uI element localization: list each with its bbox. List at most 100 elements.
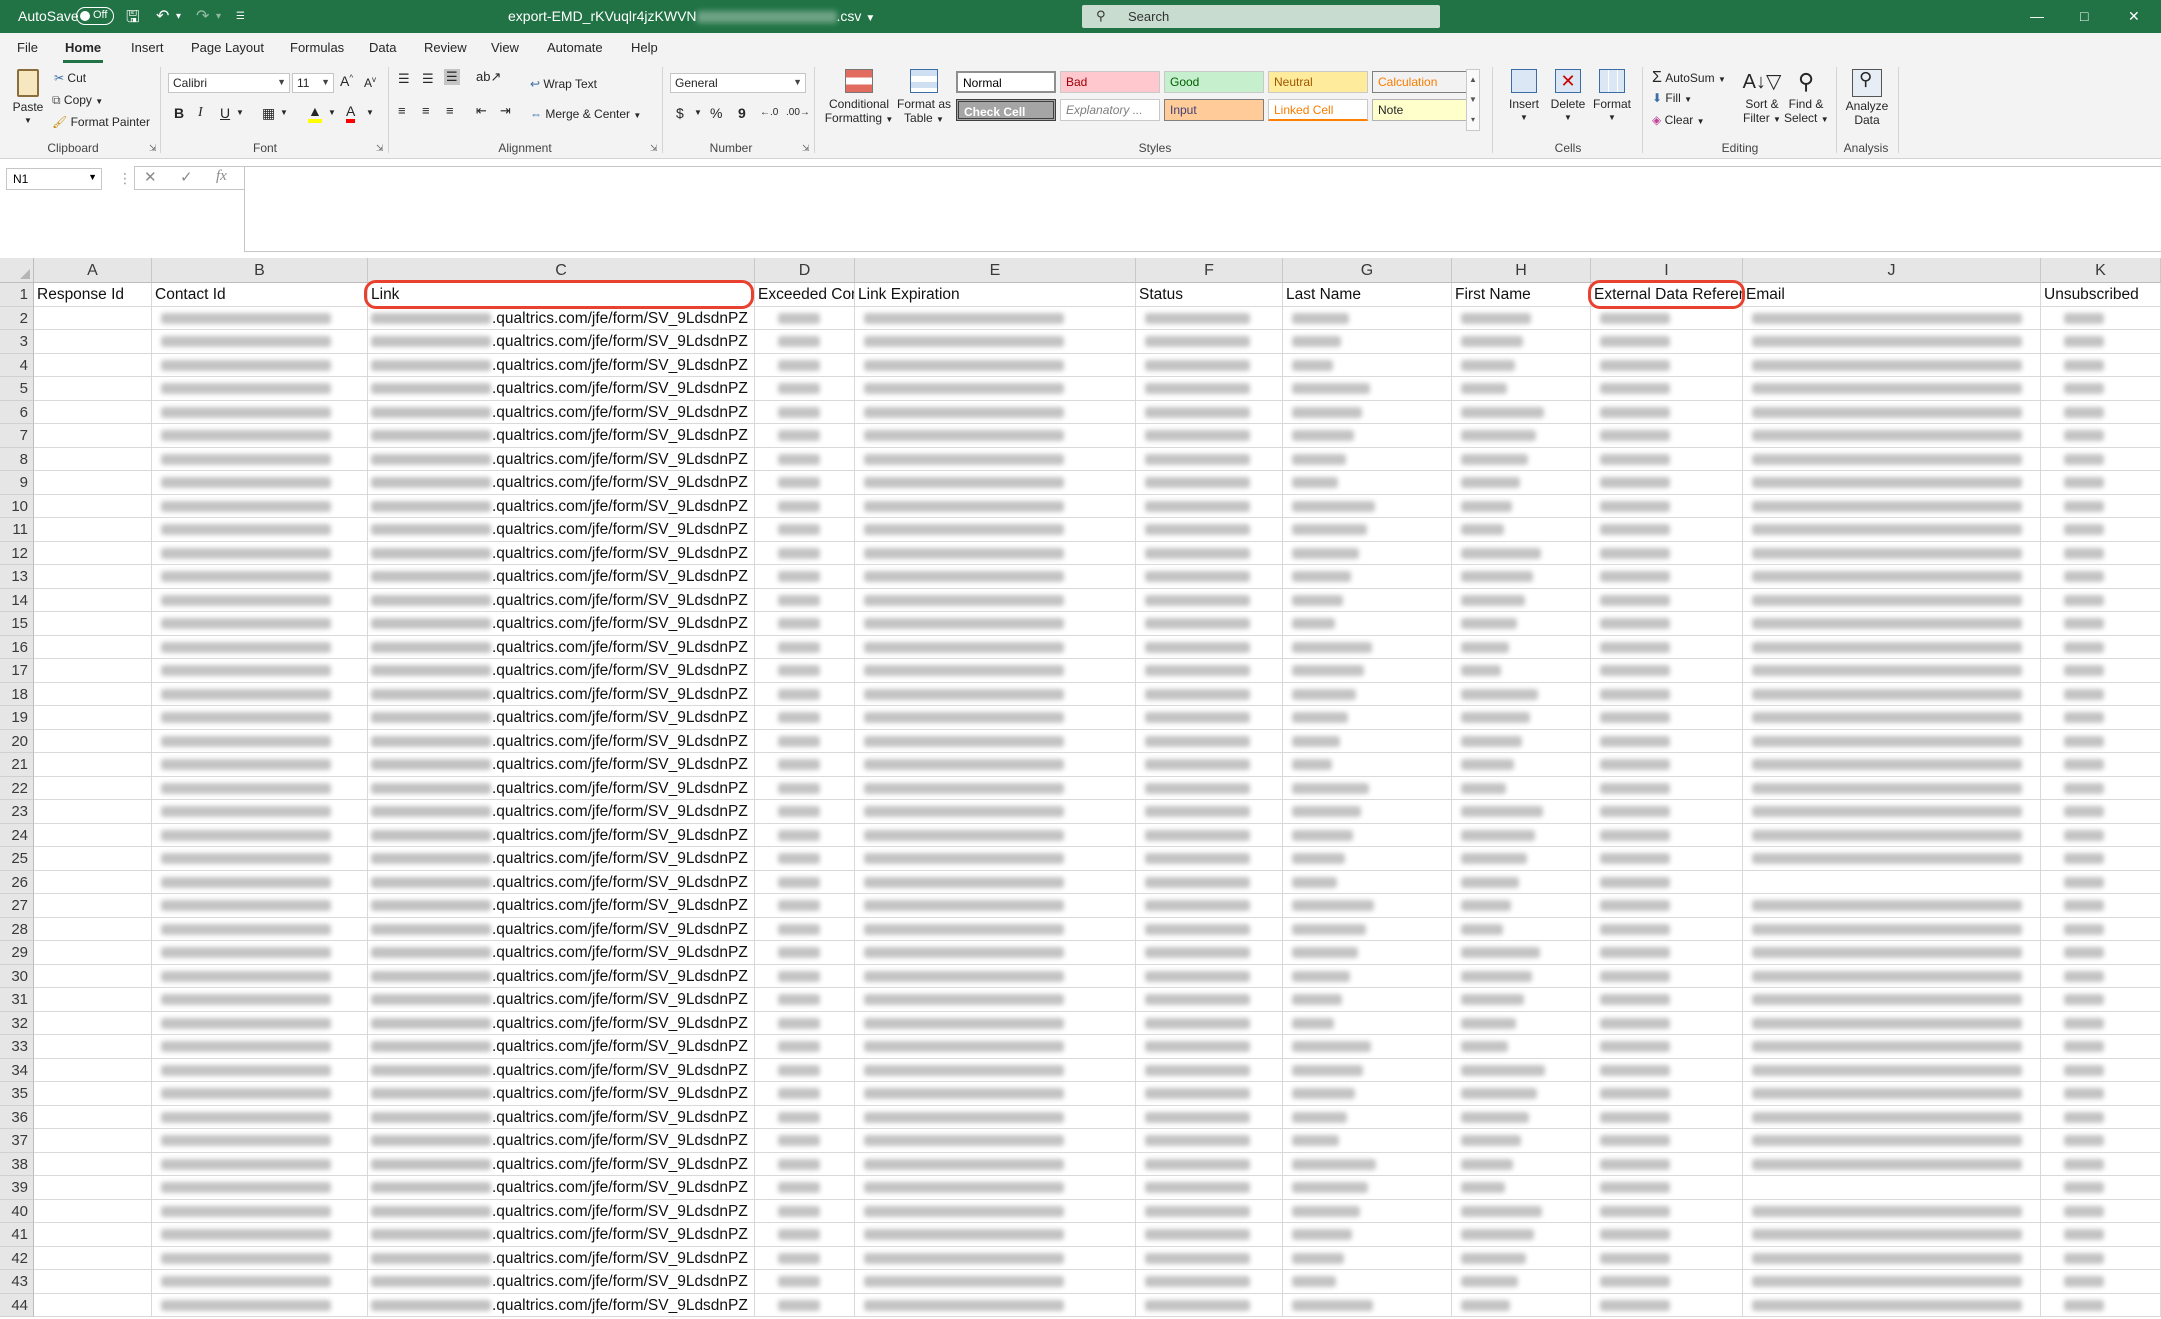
row-header[interactable]: 22 <box>0 776 34 800</box>
table-cell[interactable] <box>152 400 368 424</box>
delete-cells-button[interactable]: ✕ Delete ▼ <box>1548 69 1588 125</box>
column-header-e[interactable]: E <box>855 258 1136 283</box>
table-cell[interactable] <box>855 894 1136 918</box>
column-header-h[interactable]: H <box>1452 258 1591 283</box>
table-cell[interactable] <box>1452 377 1591 401</box>
table-cell[interactable] <box>755 377 855 401</box>
fill-color-icon[interactable]: ▲ <box>308 103 322 123</box>
table-cell[interactable] <box>1283 377 1452 401</box>
table-cell[interactable] <box>1591 1199 1743 1223</box>
table-cell[interactable] <box>1136 682 1283 706</box>
table-cell[interactable] <box>755 659 855 683</box>
row-header[interactable]: 36 <box>0 1105 34 1129</box>
table-cell[interactable] <box>1452 541 1591 565</box>
table-cell[interactable] <box>2041 964 2161 988</box>
table-cell[interactable] <box>1743 682 2041 706</box>
style-input[interactable]: Input <box>1164 99 1264 121</box>
table-cell[interactable] <box>855 1035 1136 1059</box>
table-cell[interactable] <box>1136 823 1283 847</box>
table-cell[interactable] <box>152 1035 368 1059</box>
table-cell[interactable] <box>152 682 368 706</box>
table-cell[interactable] <box>855 1223 1136 1247</box>
table-cell[interactable] <box>34 1058 152 1082</box>
table-cell[interactable] <box>755 588 855 612</box>
table-cell[interactable] <box>1743 1035 2041 1059</box>
table-cell[interactable] <box>34 870 152 894</box>
table-cell[interactable] <box>2041 612 2161 636</box>
row-header[interactable]: 25 <box>0 847 34 871</box>
table-cell[interactable] <box>755 729 855 753</box>
table-cell[interactable] <box>152 635 368 659</box>
table-cell[interactable] <box>1591 588 1743 612</box>
row-header[interactable]: 24 <box>0 823 34 847</box>
table-cell[interactable] <box>1136 424 1283 448</box>
row-header[interactable]: 39 <box>0 1176 34 1200</box>
chevron-down-icon[interactable]: ▼ <box>328 108 336 117</box>
table-cell[interactable] <box>1591 753 1743 777</box>
row-header[interactable]: 43 <box>0 1270 34 1294</box>
table-cell[interactable] <box>34 494 152 518</box>
close-icon[interactable]: ✕ <box>2128 8 2140 25</box>
table-cell[interactable] <box>1452 917 1591 941</box>
table-cell[interactable] <box>152 1176 368 1200</box>
table-cell[interactable] <box>755 1011 855 1035</box>
table-cell[interactable] <box>1591 1223 1743 1247</box>
insert-cells-button[interactable]: Insert ▼ <box>1504 69 1544 125</box>
table-cell[interactable] <box>152 1270 368 1294</box>
table-cell[interactable] <box>152 847 368 871</box>
select-all-button[interactable] <box>0 258 34 283</box>
table-cell[interactable] <box>855 1246 1136 1270</box>
table-cell[interactable] <box>755 424 855 448</box>
table-cell[interactable] <box>855 400 1136 424</box>
search-box[interactable]: ⚲ Search <box>1082 5 1440 28</box>
borders-icon[interactable]: ▦ <box>262 105 275 122</box>
table-cell[interactable] <box>855 330 1136 354</box>
table-cell[interactable] <box>1743 330 2041 354</box>
table-cell[interactable] <box>34 1035 152 1059</box>
table-cell[interactable] <box>34 1105 152 1129</box>
table-cell[interactable] <box>755 894 855 918</box>
row-header[interactable]: 7 <box>0 424 34 448</box>
table-cell[interactable] <box>1283 1176 1452 1200</box>
table-cell[interactable] <box>1743 729 2041 753</box>
table-cell[interactable] <box>2041 847 2161 871</box>
table-cell[interactable] <box>1136 706 1283 730</box>
table-cell[interactable] <box>855 306 1136 330</box>
table-cell[interactable] <box>1743 541 2041 565</box>
table-cell[interactable]: .qualtrics.com/jfe/form/SV_9LdsdnPZ <box>368 541 755 565</box>
table-cell[interactable] <box>34 1011 152 1035</box>
table-cell[interactable] <box>1136 1223 1283 1247</box>
table-cell[interactable] <box>1452 1152 1591 1176</box>
table-cell[interactable] <box>1136 306 1283 330</box>
table-cell[interactable] <box>34 847 152 871</box>
increase-decimal-icon[interactable]: ←.0 <box>760 107 778 118</box>
table-cell[interactable] <box>755 1246 855 1270</box>
table-cell[interactable] <box>34 565 152 589</box>
orientation-icon[interactable]: ab↗ <box>476 69 501 85</box>
table-cell[interactable] <box>34 988 152 1012</box>
table-cell[interactable] <box>1743 1011 2041 1035</box>
table-cell[interactable] <box>152 706 368 730</box>
style-explanatory[interactable]: Explanatory ... <box>1060 99 1160 121</box>
table-cell[interactable] <box>1452 1223 1591 1247</box>
styles-gallery-scroll[interactable]: ▲ ▼ ▾ <box>1466 69 1480 131</box>
table-cell[interactable] <box>855 1129 1136 1153</box>
table-cell[interactable] <box>34 541 152 565</box>
table-cell[interactable] <box>1136 588 1283 612</box>
align-center-icon[interactable]: ≡ <box>422 103 430 118</box>
currency-icon[interactable]: $ <box>676 105 684 121</box>
table-cell[interactable] <box>1452 494 1591 518</box>
table-cell[interactable] <box>2041 494 2161 518</box>
table-cell[interactable] <box>2041 1082 2161 1106</box>
table-cell[interactable] <box>855 1011 1136 1035</box>
percent-icon[interactable]: % <box>710 105 722 121</box>
tab-formulas[interactable]: Formulas <box>290 40 344 55</box>
table-cell[interactable] <box>855 494 1136 518</box>
row-header[interactable]: 13 <box>0 565 34 589</box>
column-header-j[interactable]: J <box>1743 258 2041 283</box>
table-cell[interactable] <box>855 988 1136 1012</box>
table-cell[interactable] <box>2041 753 2161 777</box>
table-cell[interactable] <box>855 471 1136 495</box>
table-cell[interactable] <box>1136 612 1283 636</box>
table-cell[interactable] <box>1283 1293 1452 1317</box>
